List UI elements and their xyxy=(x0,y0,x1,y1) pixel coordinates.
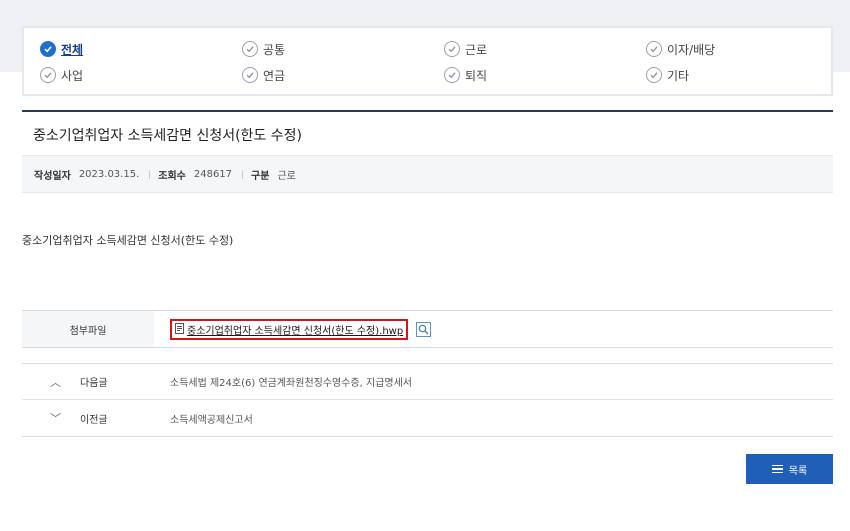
category-label: 구분 xyxy=(251,170,270,182)
previous-post-row[interactable]: ﹀ 이전글 소득세액공제신고서 xyxy=(22,400,833,437)
check-circle-icon xyxy=(646,41,662,57)
date-value: 2023.03.15. xyxy=(78,168,140,180)
next-post-title[interactable]: 소득세법 제24호(6) 연금계좌원천징수영수증, 지급명세서 xyxy=(170,374,412,389)
meta-divider xyxy=(149,169,151,179)
filter-common[interactable]: 공통 xyxy=(242,38,285,60)
next-post-row[interactable]: ︿ 다음글 소득세법 제24호(6) 연금계좌원천징수영수증, 지급명세서 xyxy=(22,363,833,400)
check-circle-icon xyxy=(242,41,258,57)
filter-label: 퇴직 xyxy=(465,68,488,83)
filter-label: 기타 xyxy=(667,68,690,83)
check-circle-icon xyxy=(646,67,662,83)
document-icon xyxy=(175,322,184,337)
previous-post-label: 이전글 xyxy=(80,414,108,426)
post-body: 중소기업취업자 소득세감면 신청서(한도 수정) xyxy=(22,234,234,247)
attachment-download-link[interactable]: 중소기업취업자 소득세감면 신청서(한도 수정).hwp xyxy=(170,319,409,340)
meta-divider xyxy=(242,169,244,179)
preview-button[interactable] xyxy=(416,322,431,337)
list-button-label: 목록 xyxy=(788,465,808,477)
filter-labor[interactable]: 근로 xyxy=(444,38,487,60)
filter-label: 전체 xyxy=(61,42,84,57)
list-button[interactable]: 목록 xyxy=(746,454,833,484)
filter-retirement[interactable]: 퇴직 xyxy=(444,64,487,86)
attachment-row: 첨부파일 중소기업취업자 소득세감면 신청서(한도 수정).hwp xyxy=(22,310,833,348)
menu-icon xyxy=(771,463,783,476)
attachment-label: 첨부파일 xyxy=(22,311,154,347)
category-value: 근로 xyxy=(277,170,296,182)
next-post-label: 다음글 xyxy=(80,378,108,389)
chevron-up-icon: ︿ xyxy=(50,375,61,389)
filter-label: 이자/배당 xyxy=(667,42,716,57)
check-circle-icon xyxy=(40,41,56,57)
filter-label: 연금 xyxy=(263,68,286,83)
views-label: 조회수 xyxy=(158,170,186,182)
post-title: 중소기업취업자 소득세감면 신청서(한도 수정) xyxy=(33,128,302,144)
date-label: 작성일자 xyxy=(34,170,71,182)
check-circle-icon xyxy=(444,41,460,57)
filter-interest-dividend[interactable]: 이자/배당 xyxy=(646,38,715,60)
attachment-file-name: 중소기업취업자 소득세감면 신청서(한도 수정).hwp xyxy=(187,326,404,337)
filter-other[interactable]: 기타 xyxy=(646,64,689,86)
filter-all[interactable]: 전체 xyxy=(40,38,83,60)
filter-label: 근로 xyxy=(465,42,488,57)
filter-label: 사업 xyxy=(61,68,84,83)
views-value: 248617 xyxy=(193,168,233,180)
chevron-down-icon: ﹀ xyxy=(50,412,61,425)
previous-post-title[interactable]: 소득세액공제신고서 xyxy=(170,411,253,426)
check-circle-icon xyxy=(444,67,460,83)
category-filter-box: 전체 공통 근로 이자/배당 사업 연금 퇴직 기타 xyxy=(22,26,833,96)
post-meta: 작성일자 2023.03.15. 조회수 248617 구분 근로 xyxy=(22,155,833,193)
filter-label: 공통 xyxy=(263,42,286,57)
filter-pension[interactable]: 연금 xyxy=(242,64,285,86)
magnifier-icon xyxy=(418,324,429,335)
check-circle-icon xyxy=(242,67,258,83)
filter-business[interactable]: 사업 xyxy=(40,64,83,86)
check-circle-icon xyxy=(40,67,56,83)
title-divider xyxy=(22,110,833,112)
